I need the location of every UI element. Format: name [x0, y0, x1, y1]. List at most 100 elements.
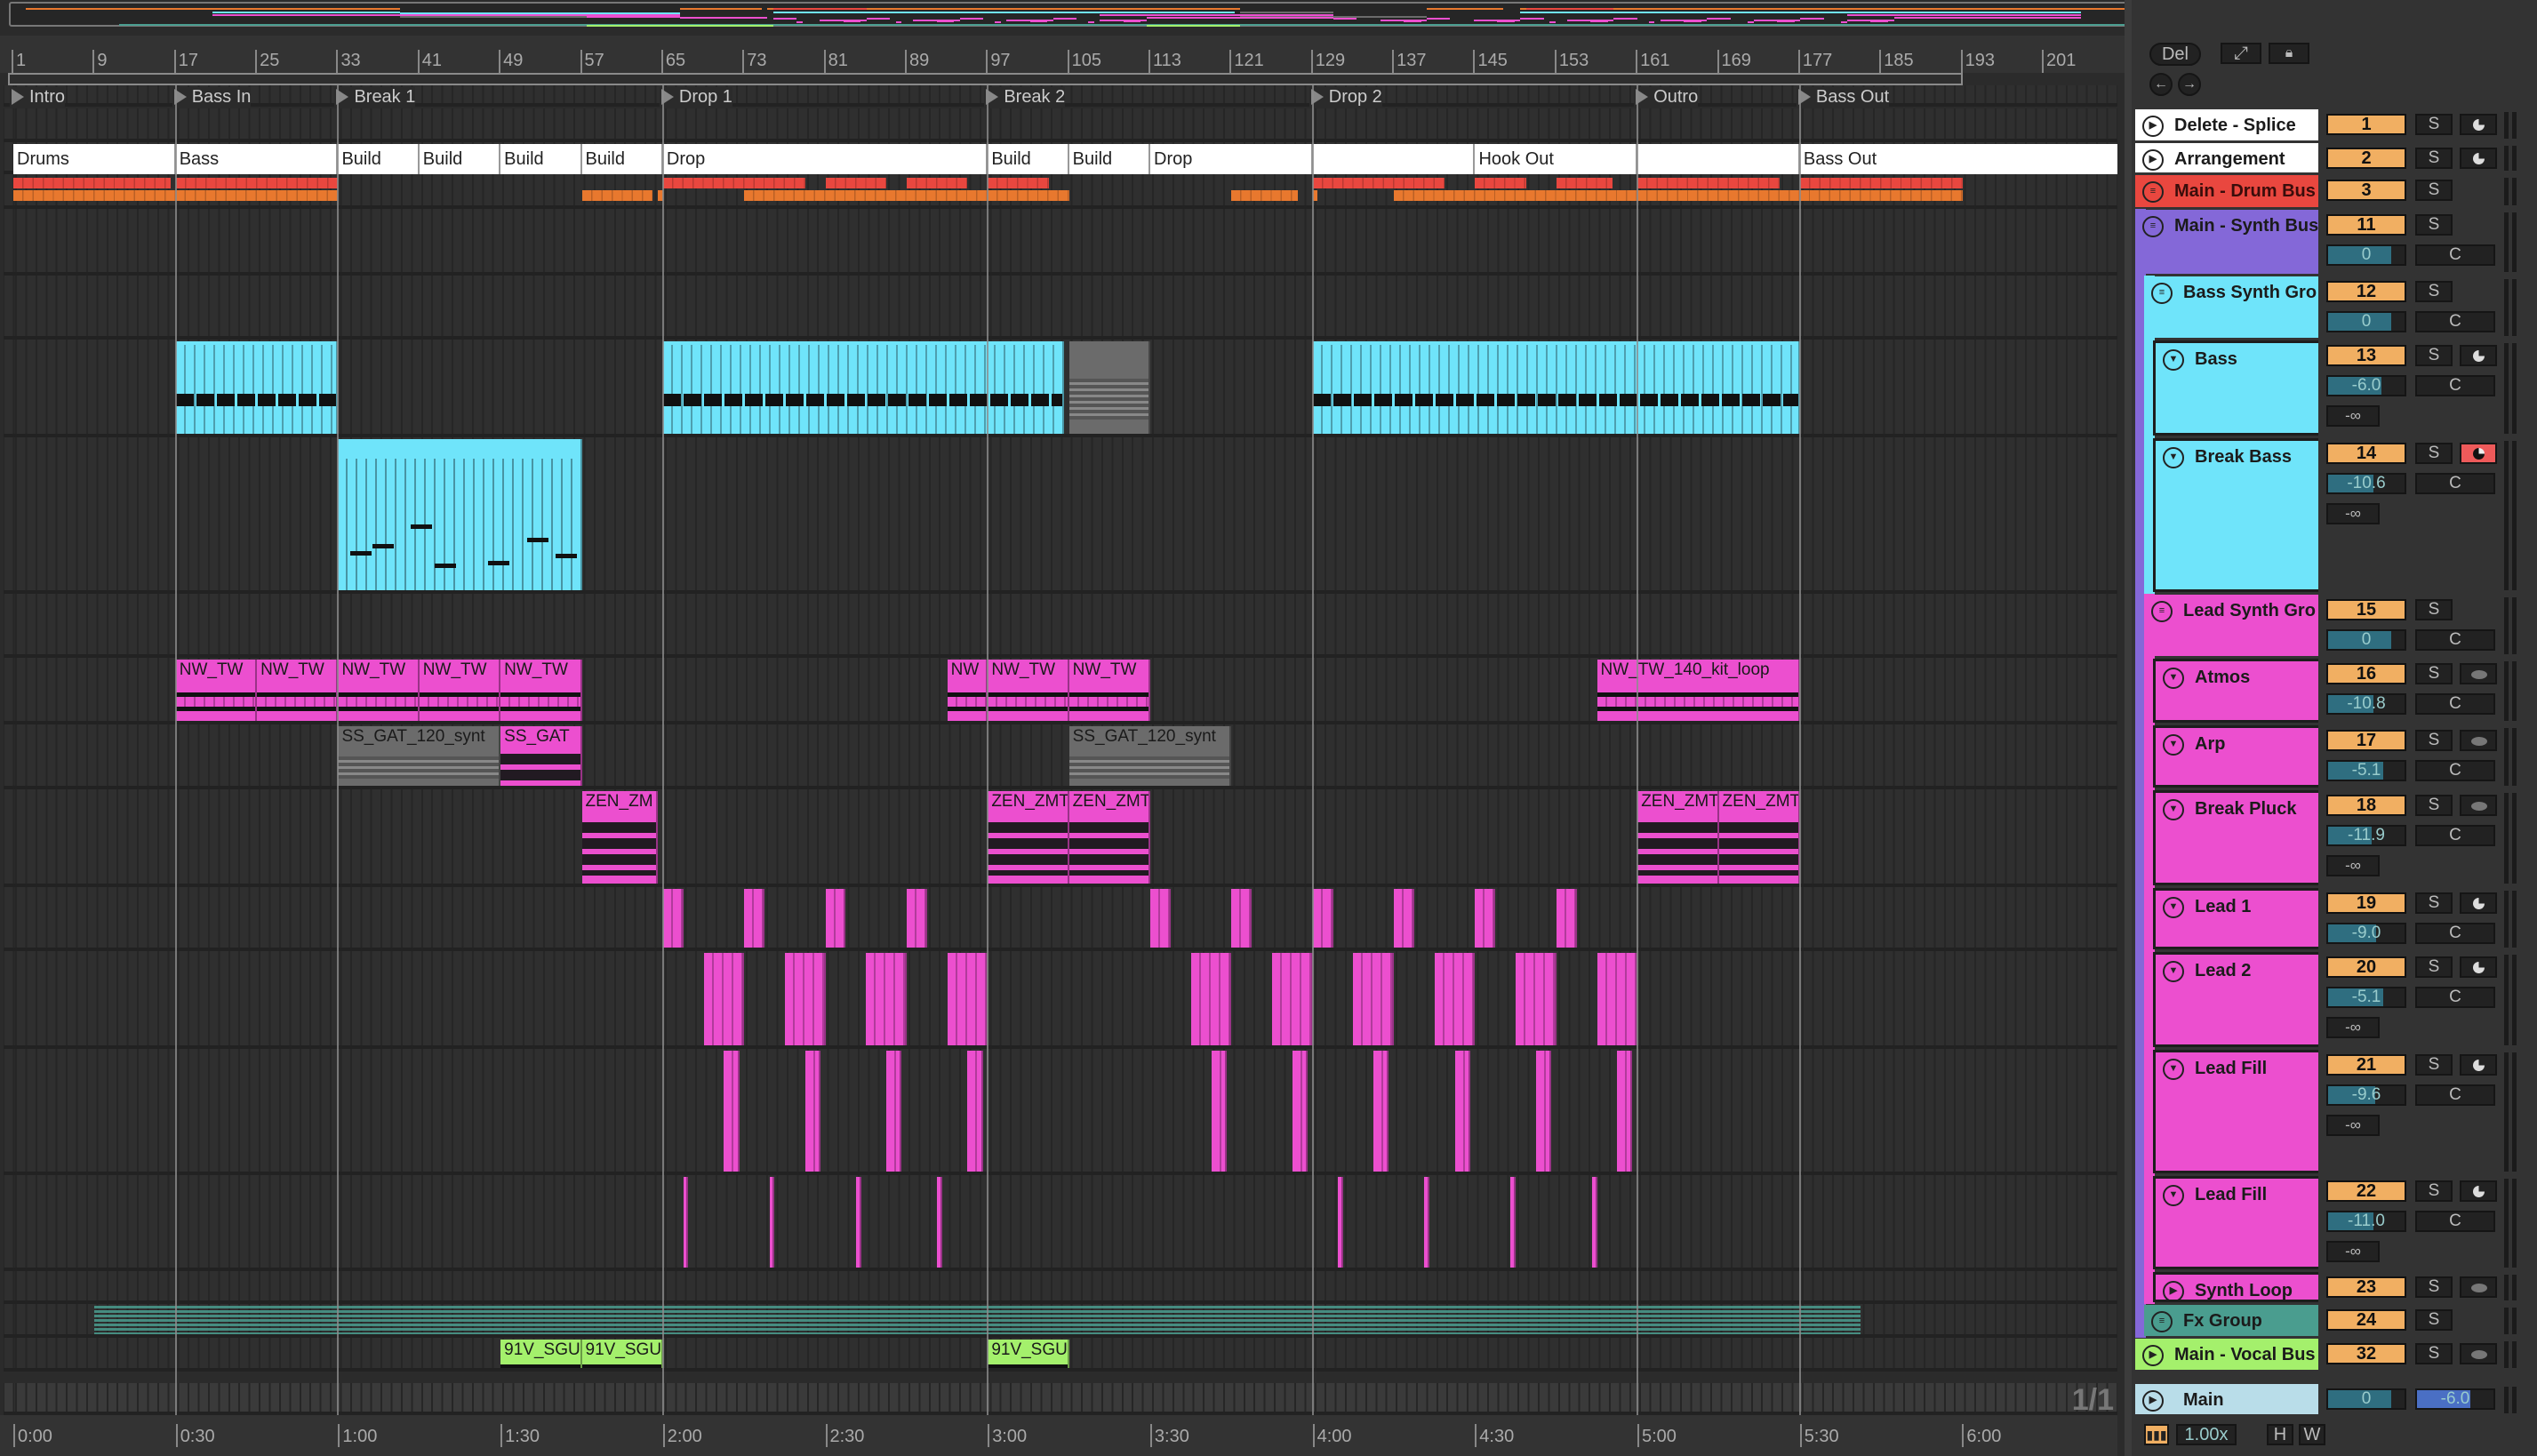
pan-field[interactable]: C — [2415, 1211, 2495, 1232]
clip[interactable]: NW_TW — [257, 660, 339, 721]
volume-field[interactable]: -6.0 — [2326, 375, 2406, 396]
track-number[interactable]: 1 — [2326, 114, 2406, 135]
draw-mode-icon[interactable]: ⤢ — [2221, 43, 2261, 64]
clip-block[interactable] — [724, 1051, 740, 1172]
clip[interactable]: SS_GAT — [500, 726, 582, 786]
pan-field[interactable]: C — [2415, 244, 2495, 266]
volume-field[interactable]: 0 — [2326, 311, 2406, 332]
clip-block[interactable] — [906, 178, 968, 188]
track-name-lead-fill[interactable]: ▼ Lead Fill — [2153, 1176, 2318, 1269]
forward-arrow-icon[interactable]: → — [2178, 73, 2201, 96]
solo-button[interactable]: S — [2415, 443, 2453, 464]
clip-block[interactable] — [662, 178, 805, 188]
track-name-fx-group[interactable]: ≡ Fx Group — [2144, 1305, 2318, 1336]
play-icon[interactable]: ▶ — [2142, 1390, 2164, 1412]
clip-block[interactable] — [1556, 889, 1577, 948]
record-arm-icon[interactable] — [2460, 1343, 2497, 1364]
clip[interactable]: NW_TW_140_kit_loop — [1597, 660, 1800, 721]
clip-block[interactable] — [855, 1177, 861, 1268]
solo-button[interactable]: S — [2415, 180, 2453, 201]
group-icon[interactable]: ≡ — [2151, 283, 2173, 304]
track-number[interactable]: 13 — [2326, 345, 2406, 366]
solo-button[interactable]: S — [2415, 956, 2453, 978]
monitor-clock-icon[interactable] — [2460, 1054, 2497, 1076]
clip-block[interactable] — [1292, 1051, 1309, 1172]
track-number[interactable]: 19 — [2326, 892, 2406, 914]
loop-brace[interactable] — [8, 73, 1963, 85]
clip-block[interactable] — [1617, 1051, 1633, 1172]
delete-button[interactable]: Del — [2149, 43, 2201, 66]
clip[interactable]: Build — [500, 144, 582, 174]
track-name-main[interactable]: ▶ Main — [2135, 1384, 2318, 1414]
main-cue-volume[interactable]: -6.0 — [2415, 1388, 2495, 1410]
volume-field[interactable]: -9.0 — [2326, 923, 2406, 944]
lock-icon[interactable]: 🔒︎ — [2269, 43, 2309, 64]
track-name-lead-2[interactable]: ▼ Lead 2 — [2153, 952, 2318, 1047]
locator-intro[interactable]: Intro — [10, 87, 66, 107]
arrangement-view[interactable]: Intro Bass In Break 1 Drop 1 Break 2 Drop 2 Ou… — [0, 85, 2117, 1415]
clip-block[interactable] — [94, 1306, 1861, 1334]
fold-icon[interactable]: ▼ — [2163, 734, 2184, 756]
clip[interactable]: ZEN_ZMT — [1637, 791, 1719, 884]
clip-block[interactable] — [338, 439, 582, 590]
locator-break-2[interactable]: Break 2 — [984, 87, 1066, 107]
back-arrow-icon[interactable]: ← — [2149, 73, 2173, 96]
group-icon[interactable]: ≡ — [2151, 601, 2173, 622]
track-name-break-bass[interactable]: ▼ Break Bass — [2153, 438, 2318, 592]
clip-block[interactable] — [1799, 178, 1963, 188]
pan-field[interactable]: C — [2415, 987, 2495, 1008]
monitor-clock-icon[interactable] — [2460, 148, 2497, 169]
record-arm-icon[interactable] — [2460, 730, 2497, 751]
track-name-main-vocal-bus[interactable]: ▶ Main - Vocal Bus — [2135, 1339, 2318, 1370]
clip-block[interactable] — [1150, 889, 1171, 948]
clip-block[interactable] — [1516, 953, 1557, 1045]
monitor-clock-icon[interactable] — [2460, 114, 2497, 135]
fold-icon[interactable]: ▼ — [2163, 799, 2184, 820]
track-name-lead-synth-gro[interactable]: ≡ Lead Synth Gro — [2144, 595, 2318, 656]
volume-field[interactable]: -9.6 — [2326, 1084, 2406, 1106]
solo-button[interactable]: S — [2415, 663, 2453, 684]
play-icon[interactable]: ▶ — [2142, 1345, 2164, 1366]
volume-field[interactable]: 0 — [2326, 629, 2406, 651]
locator-bass-out[interactable]: Bass Out — [1796, 87, 1890, 107]
clip-block[interactable] — [1591, 1177, 1597, 1268]
clip[interactable]: Drop — [662, 144, 988, 174]
clip-block[interactable] — [581, 190, 653, 201]
clip[interactable]: 91V_SGU — [500, 1340, 582, 1368]
volume-field[interactable]: 0 — [2326, 244, 2406, 266]
track-number[interactable]: 22 — [2326, 1180, 2406, 1202]
clip-block[interactable] — [906, 889, 927, 948]
pan-field[interactable]: C — [2415, 1084, 2495, 1106]
clip[interactable]: ZEN_ZMT — [1718, 791, 1800, 884]
bar-ruler[interactable]: 1 9 17 25 33 41 49 57 65 73 81 89 97 105 113 121 129 137 1… — [0, 36, 2125, 73]
clip-block[interactable] — [1312, 889, 1333, 948]
clip-block[interactable] — [866, 953, 907, 1045]
clip[interactable]: NW — [947, 660, 988, 721]
fold-icon[interactable]: ▼ — [2163, 897, 2184, 918]
volume-field[interactable]: -11.0 — [2326, 1211, 2406, 1232]
clip-block[interactable] — [703, 953, 745, 1045]
track-number[interactable]: 16 — [2326, 663, 2406, 684]
clip[interactable]: Drop — [1150, 144, 1313, 174]
solo-button[interactable]: S — [2415, 214, 2453, 236]
record-arm-icon[interactable] — [2460, 795, 2497, 816]
clip-block[interactable] — [1556, 178, 1613, 188]
group-icon[interactable]: ≡ — [2151, 1311, 2173, 1332]
clip-block[interactable] — [784, 953, 826, 1045]
pan-field[interactable]: C — [2415, 375, 2495, 396]
clip-block[interactable] — [988, 178, 1049, 188]
clip[interactable]: SS_GAT_120_synt — [338, 726, 501, 786]
track-name-main-synth-bus[interactable]: ≡ Main - Synth Bus — [2135, 210, 2318, 274]
time-ruler[interactable]: 0:00 0:30 1:00 1:30 2:00 2:30 3:00 3:30 4:00 4:30… — [0, 1415, 2117, 1456]
clip[interactable]: Bass — [175, 144, 339, 174]
record-arm-icon[interactable] — [2460, 663, 2497, 684]
clip-block[interactable] — [825, 889, 846, 948]
clip[interactable]: NW_TW — [175, 660, 258, 721]
fold-icon[interactable]: ▼ — [2163, 447, 2184, 468]
track-number[interactable]: 20 — [2326, 956, 2406, 978]
solo-button[interactable]: S — [2415, 148, 2453, 169]
clip-block[interactable] — [1312, 178, 1445, 188]
clip[interactable]: NW_TW — [1068, 660, 1151, 721]
clip[interactable]: Hook Out — [1475, 144, 1638, 174]
clip-block[interactable] — [1510, 1177, 1517, 1268]
